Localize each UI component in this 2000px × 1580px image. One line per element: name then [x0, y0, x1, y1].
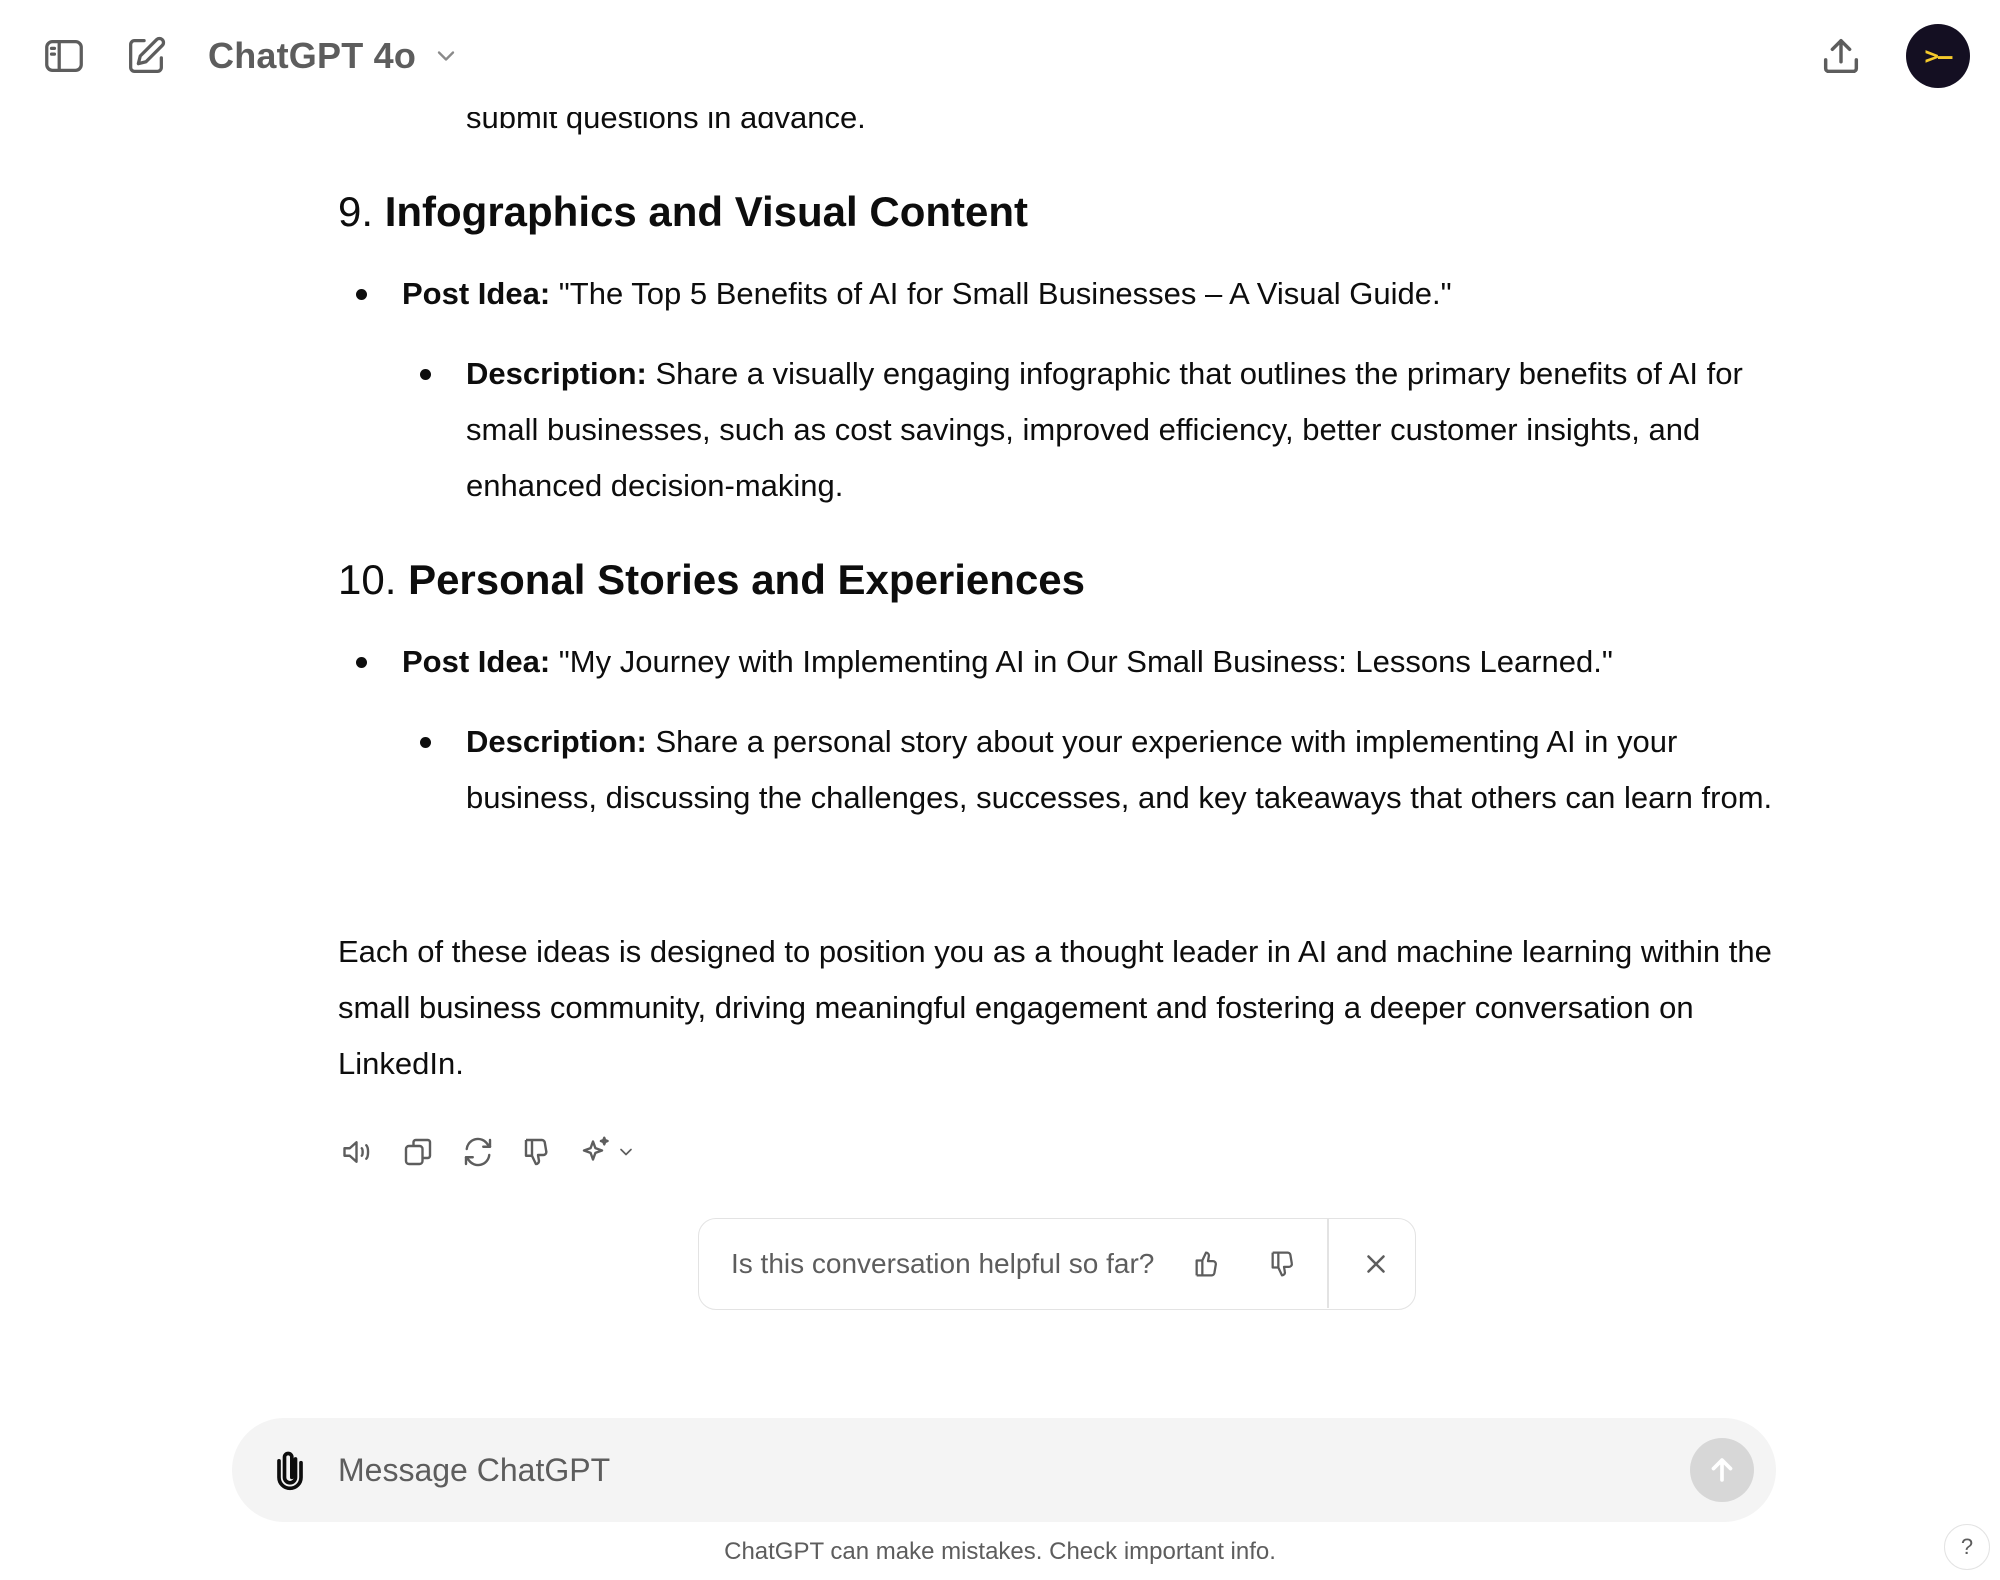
post-idea-text: Post Idea: "The Top 5 Benefits of AI for…	[402, 266, 1452, 322]
section-heading: 9. Infographics and Visual Content	[338, 184, 1028, 240]
switch-model-button[interactable]	[578, 1134, 636, 1170]
read-aloud-button[interactable]	[338, 1132, 378, 1172]
section-number: 10.	[338, 556, 397, 603]
copy-icon	[404, 1138, 432, 1166]
sidebar-toggle-icon	[45, 39, 83, 73]
description-text: Description: Share a personal story abou…	[466, 714, 1776, 826]
send-button[interactable]	[1690, 1438, 1754, 1502]
feedback-question: Is this conversation helpful so far?	[731, 1248, 1155, 1279]
copy-button[interactable]	[398, 1132, 438, 1172]
attach-button[interactable]	[266, 1446, 314, 1494]
bullet-point	[356, 289, 367, 300]
message-actions	[338, 1132, 636, 1172]
section-number: 9.	[338, 188, 374, 235]
description-text: Description: Share a visually engaging i…	[466, 346, 1776, 514]
divider	[1327, 1219, 1329, 1308]
bullet-point	[420, 737, 431, 748]
description-label: Description:	[466, 724, 647, 759]
chevron-down-icon	[620, 1148, 632, 1156]
disclaimer-text: ChatGPT can make mistakes. Check importa…	[724, 1538, 1276, 1565]
model-selector[interactable]: ChatGPT 4o	[196, 28, 472, 84]
regenerate-icon	[464, 1137, 492, 1167]
description-value: Share a personal story about your experi…	[466, 724, 1773, 815]
close-icon	[1367, 1255, 1385, 1273]
arrow-up-icon	[1711, 1458, 1733, 1482]
sidebar-toggle-button[interactable]	[36, 28, 92, 84]
share-icon	[1823, 38, 1859, 74]
thumbs-down-icon	[524, 1138, 548, 1166]
avatar[interactable]: >–	[1906, 24, 1970, 88]
model-name: ChatGPT 4o	[208, 35, 417, 76]
post-idea-value: "The Top 5 Benefits of AI for Small Busi…	[550, 276, 1452, 311]
post-idea-label: Post Idea:	[402, 276, 551, 311]
share-button[interactable]	[1813, 28, 1869, 84]
bullet-point	[420, 369, 431, 380]
section-title: Infographics and Visual Content	[384, 188, 1028, 235]
paperclip-icon	[277, 1451, 303, 1491]
thumbs-down-icon	[1271, 1251, 1294, 1277]
post-idea-text: Post Idea: "My Journey with Implementing…	[402, 634, 1613, 690]
bad-response-button[interactable]	[518, 1132, 558, 1172]
chatgpt-window: submit questions in advance. 9. Infograp…	[0, 0, 2000, 1580]
closing-paragraph: Each of these ideas is designed to posit…	[338, 934, 1772, 1081]
helpful-no-button[interactable]	[1258, 1238, 1310, 1290]
read-aloud-icon	[343, 1141, 370, 1163]
sparkle-icon	[582, 1136, 609, 1161]
regenerate-button[interactable]	[458, 1132, 498, 1172]
message-input[interactable]	[338, 1440, 1638, 1500]
bullet-point	[356, 657, 367, 668]
feedback-prompt: Is this conversation helpful so far?	[698, 1218, 1416, 1310]
help-button[interactable]: ?	[1944, 1524, 1990, 1570]
dismiss-feedback-button[interactable]	[1351, 1239, 1401, 1289]
thumbs-up-icon	[1195, 1251, 1218, 1277]
top-bar: ChatGPT 4o >–	[0, 0, 2000, 112]
message-composer	[232, 1418, 1776, 1522]
post-idea-label: Post Idea:	[402, 644, 551, 679]
helpful-yes-button[interactable]	[1182, 1238, 1234, 1290]
description-value: Share a visually engaging infographic th…	[466, 356, 1743, 503]
section-heading: 10. Personal Stories and Experiences	[338, 552, 1085, 608]
section-title: Personal Stories and Experiences	[408, 556, 1086, 603]
post-idea-value: "My Journey with Implementing AI in Our …	[550, 644, 1613, 679]
chevron-down-icon	[437, 51, 455, 61]
description-label: Description:	[466, 356, 647, 391]
new-chat-button[interactable]	[118, 28, 174, 84]
new-chat-icon	[129, 36, 166, 73]
